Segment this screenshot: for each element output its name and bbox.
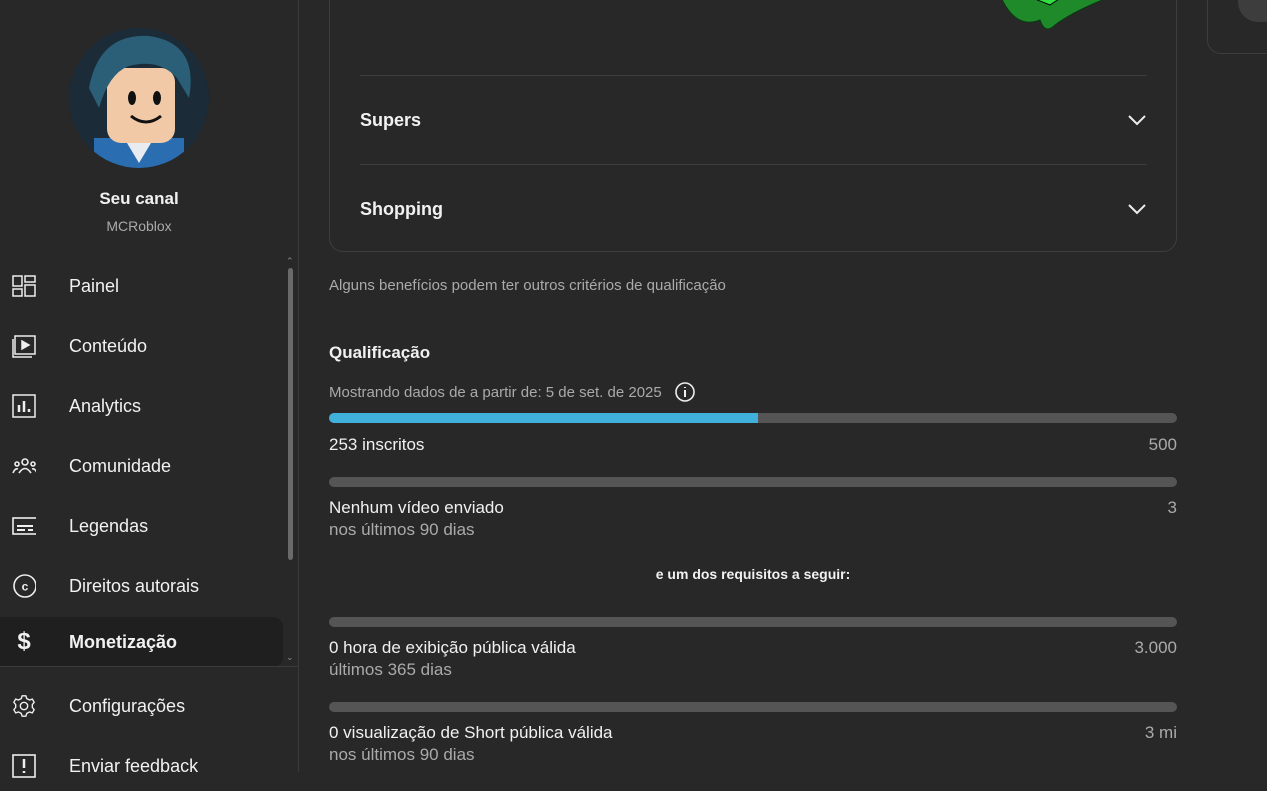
sidebar-item-monetizacao[interactable]: $ Monetização bbox=[0, 617, 283, 667]
subtitles-icon bbox=[12, 514, 36, 538]
progress-fill bbox=[329, 413, 759, 423]
sidebar-item-label: Analytics bbox=[69, 395, 142, 416]
shorts-progress bbox=[329, 702, 1177, 712]
dollar-icon: $ bbox=[17, 628, 31, 655]
content-icon bbox=[12, 334, 36, 358]
videos-label: Nenhum vídeo enviado bbox=[329, 498, 504, 517]
sidebar-item-label: Legendas bbox=[69, 515, 149, 536]
videos-sub: nos últimos 90 dias bbox=[329, 520, 475, 539]
sidebar-item-conteudo[interactable]: Conteúdo bbox=[0, 321, 283, 371]
sidebar-item-label: Direitos autorais bbox=[69, 575, 200, 596]
chevron-down-icon bbox=[1128, 115, 1146, 126]
subscribers-label: 253 inscritos bbox=[329, 435, 425, 454]
videos-progress bbox=[329, 477, 1177, 487]
channel-title: Seu canal bbox=[99, 189, 179, 208]
sidebar-item-analytics[interactable]: Analytics bbox=[0, 381, 283, 431]
sidebar-item-label: Painel bbox=[69, 275, 120, 296]
eligibility-note: Alguns benefícios podem ter outros crité… bbox=[329, 277, 726, 294]
scroll-up-arrow[interactable]: ⌃ bbox=[286, 256, 294, 267]
data-range-label: Mostrando dados de a partir de: 5 de set… bbox=[329, 383, 662, 401]
sidebar-item-configuracoes[interactable]: Configurações bbox=[0, 681, 283, 731]
feedback-icon bbox=[12, 754, 36, 778]
accordion-shopping[interactable]: Shopping bbox=[360, 164, 1147, 253]
channel-name: MCRoblox bbox=[106, 218, 172, 234]
or-requirements-text: e um dos requisitos a seguir: bbox=[655, 566, 851, 582]
shorts-label: 0 visualização de Short pública válida bbox=[329, 723, 613, 742]
info-icon[interactable] bbox=[674, 381, 696, 403]
shorts-sub: nos últimos 90 dias bbox=[329, 745, 475, 764]
sidebar-item-label: Conteúdo bbox=[69, 335, 148, 356]
data-range-text: Mostrando dados de a partir de: 5 de set… bbox=[329, 381, 696, 403]
sidebar-item-legendas[interactable]: Legendas bbox=[0, 501, 283, 551]
qualification-title: Qualificação bbox=[329, 343, 431, 362]
accordion-label: Shopping bbox=[360, 198, 443, 219]
watch-hours-progress bbox=[329, 617, 1177, 627]
shorts-target: 3 mi bbox=[1144, 723, 1177, 742]
svg-text:c: c bbox=[22, 580, 29, 594]
channel-avatar[interactable] bbox=[69, 28, 209, 168]
copyright-icon: c bbox=[12, 574, 36, 598]
dashboard-icon bbox=[12, 274, 36, 298]
gear-icon bbox=[12, 694, 36, 718]
sidebar-item-label: Comunidade bbox=[69, 455, 172, 476]
subscribers-progress bbox=[329, 413, 1177, 423]
watch-hours-sub: últimos 365 dias bbox=[329, 660, 452, 679]
videos-target: 3 bbox=[1167, 498, 1177, 517]
watch-hours-label: 0 hora de exibição pública válida bbox=[329, 638, 576, 657]
sidebar-item-label: Monetização bbox=[69, 631, 178, 652]
watch-hours-target: 3.000 bbox=[1134, 638, 1177, 657]
accordion-supers[interactable]: Supers bbox=[360, 75, 1147, 164]
sidebar: Seu canal MCRoblox Painel Conteúdo Analy… bbox=[0, 0, 299, 778]
chevron-down-icon bbox=[1128, 204, 1146, 215]
sidebar-item-comunidade[interactable]: Comunidade bbox=[0, 441, 283, 491]
community-icon bbox=[12, 454, 36, 478]
green-sticker-image bbox=[1001, 0, 1104, 30]
sidebar-item-direitos-autorais[interactable]: c Direitos autorais bbox=[0, 561, 283, 611]
sidebar-item-label: Configurações bbox=[69, 695, 186, 716]
sidebar-item-painel[interactable]: Painel bbox=[0, 261, 283, 311]
sidebar-item-enviar-feedback[interactable]: Enviar feedback bbox=[0, 741, 283, 791]
subscribers-target: 500 bbox=[1148, 435, 1177, 454]
divider bbox=[0, 666, 298, 667]
scroll-down-arrow[interactable]: ⌄ bbox=[286, 652, 294, 663]
accordion-label: Supers bbox=[360, 109, 422, 130]
analytics-icon bbox=[12, 394, 36, 418]
sidebar-scrollbar[interactable] bbox=[288, 268, 293, 560]
sidebar-item-label: Enviar feedback bbox=[69, 755, 199, 776]
